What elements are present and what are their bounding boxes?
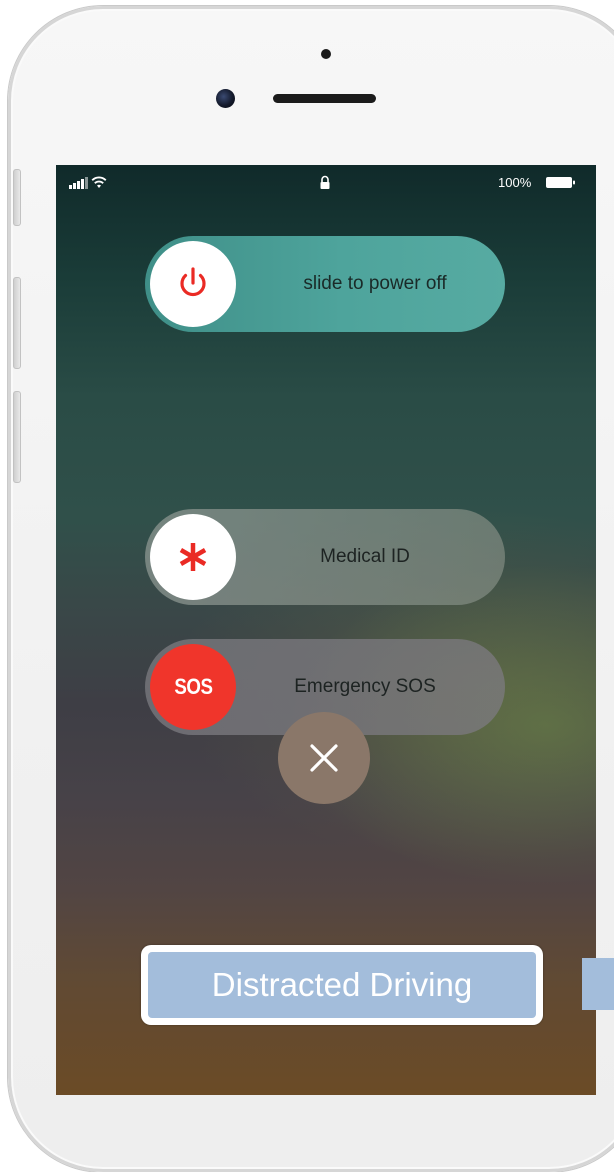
caption-side-block xyxy=(582,958,614,1010)
medical-id-knob[interactable] xyxy=(150,514,236,600)
front-camera xyxy=(216,89,235,108)
mute-switch xyxy=(13,169,21,226)
slider-label: Emergency SOS xyxy=(294,676,436,697)
battery-percentage: 100% xyxy=(498,175,532,190)
status-bar: 100% xyxy=(56,165,596,201)
caption-box: Distracted Driving xyxy=(141,945,543,1025)
battery-full-icon xyxy=(546,177,575,188)
slide-to-power-off-slider[interactable]: slide to power off xyxy=(145,236,505,332)
medical-id-slider[interactable]: Medical ID xyxy=(145,509,505,605)
power-icon xyxy=(180,267,206,297)
earpiece-speaker xyxy=(273,94,376,103)
slider-label: slide to power off xyxy=(303,273,447,294)
proximity-sensor xyxy=(321,49,331,59)
asterisk-icon xyxy=(179,543,207,571)
slider-label: Medical ID xyxy=(320,546,410,567)
volume-up-button xyxy=(13,277,21,369)
caption-label: Distracted Driving xyxy=(148,952,536,1018)
close-icon xyxy=(310,744,338,772)
volume-down-button xyxy=(13,391,21,483)
sos-knob-text: SOS xyxy=(173,674,213,699)
emergency-sos-knob[interactable]: SOS xyxy=(150,644,236,730)
power-off-knob[interactable] xyxy=(150,241,236,327)
cancel-button[interactable] xyxy=(278,712,370,804)
lock-icon xyxy=(320,175,330,189)
cellular-signal-icon xyxy=(69,177,88,189)
wifi-icon xyxy=(91,176,107,188)
